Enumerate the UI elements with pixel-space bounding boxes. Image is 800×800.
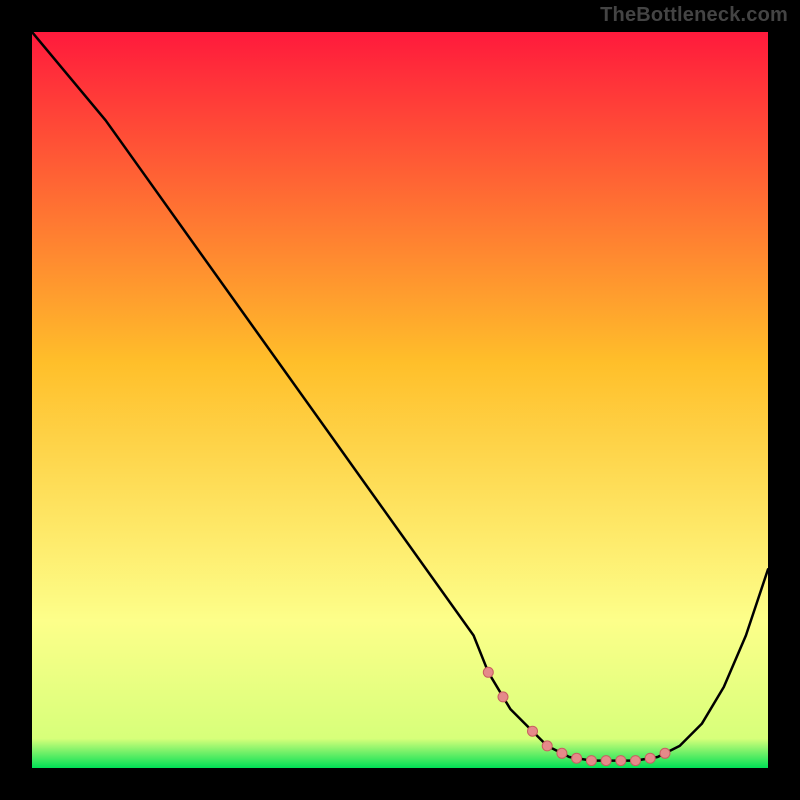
chart-frame: TheBottleneck.com [0,0,800,800]
marker-dot [572,753,582,763]
marker-dot [483,667,493,677]
gradient-background [32,32,768,768]
plot-area [32,32,768,768]
marker-dot [616,756,626,766]
marker-dot [542,741,552,751]
marker-dot [557,748,567,758]
watermark-label: TheBottleneck.com [600,4,788,27]
marker-dot [631,756,641,766]
marker-dot [660,748,670,758]
marker-dot [528,726,538,736]
marker-dot [601,756,611,766]
marker-dot [498,692,508,702]
marker-dot [645,753,655,763]
marker-dot [586,756,596,766]
chart-svg [32,32,768,768]
